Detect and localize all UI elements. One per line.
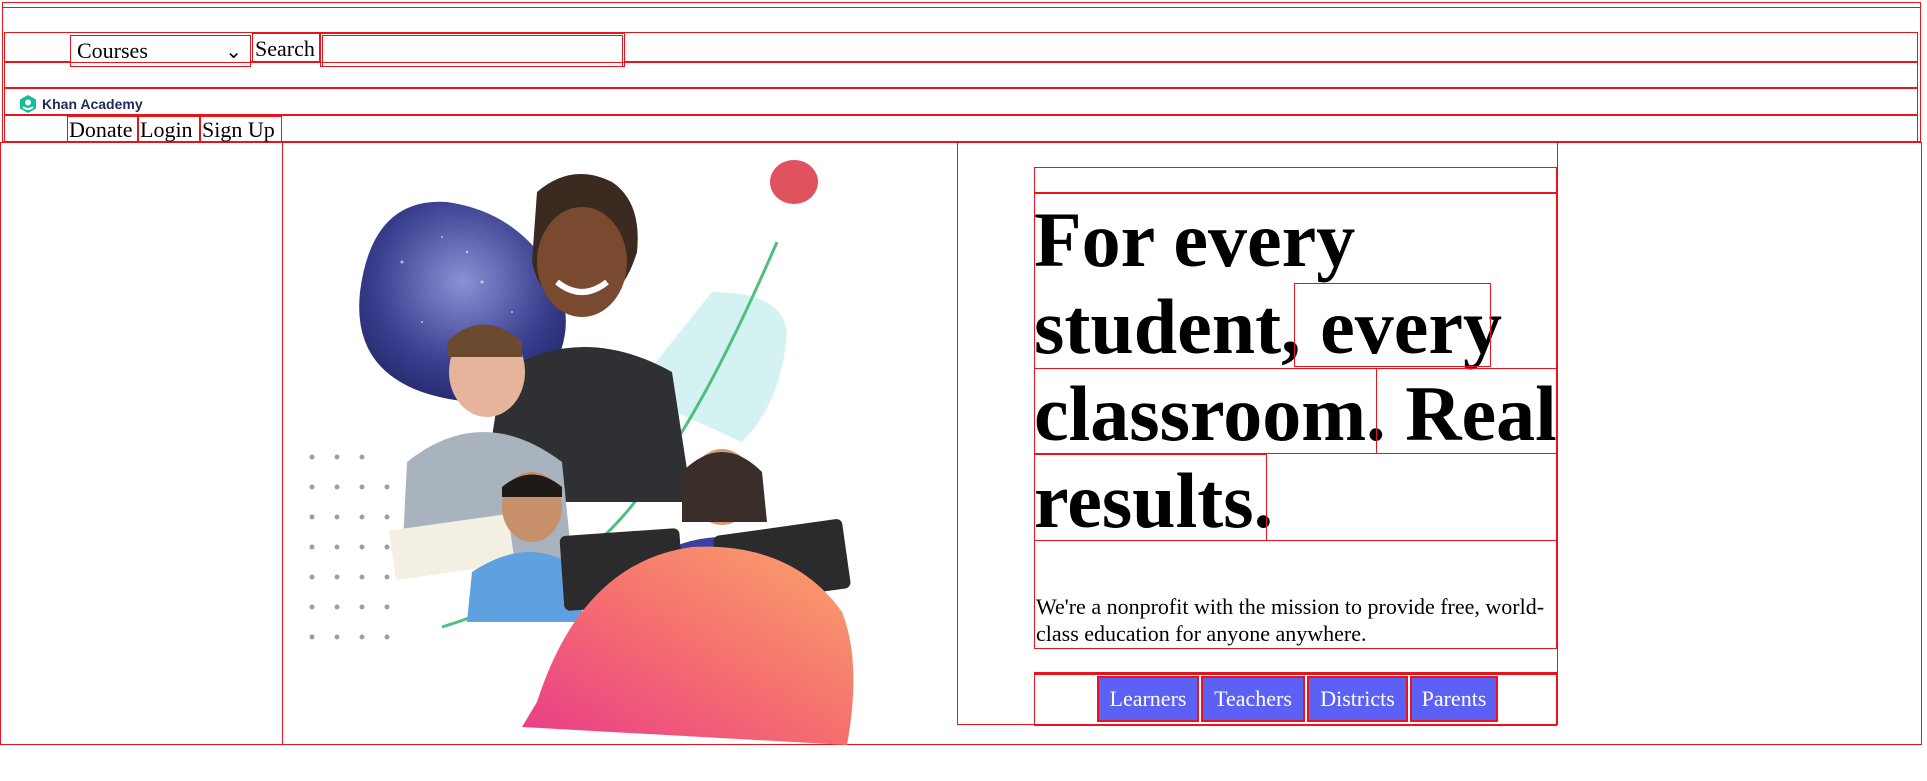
logo-text: Khan Academy: [42, 96, 143, 112]
learners-button[interactable]: Learners: [1097, 676, 1199, 722]
login-link[interactable]: Login: [138, 116, 200, 143]
sign-up-link[interactable]: Sign Up: [200, 116, 282, 143]
hero-image: [282, 142, 957, 745]
search-label: Search: [252, 33, 320, 63]
khan-academy-logo[interactable]: Khan Academy: [18, 94, 143, 114]
parents-button[interactable]: Parents: [1410, 676, 1498, 722]
headline-highlight-every: [1294, 283, 1491, 367]
teachers-button[interactable]: Teachers: [1201, 676, 1305, 722]
headline-highlight-classroom: [1034, 368, 1377, 454]
logo-row: [4, 88, 1918, 115]
donate-link[interactable]: Donate: [67, 116, 138, 143]
top-strip: [2, 2, 1921, 8]
button-row-divider: [1034, 672, 1557, 674]
links-row: [4, 115, 1918, 142]
hero-subtitle: We're a nonprofit with the mission to pr…: [1036, 594, 1545, 646]
hero-text-spacer: [1034, 167, 1557, 193]
courses-select-value: Courses: [77, 38, 148, 63]
nav-spacer: [4, 62, 1918, 88]
chevron-down-icon: ⌄: [225, 39, 242, 63]
hexagon-logo-icon: [20, 95, 36, 113]
districts-button[interactable]: Districts: [1307, 676, 1408, 722]
headline-highlight-real: [1376, 368, 1557, 454]
headline-highlight-results: [1034, 454, 1267, 541]
hero-left-gutter: [0, 142, 283, 745]
